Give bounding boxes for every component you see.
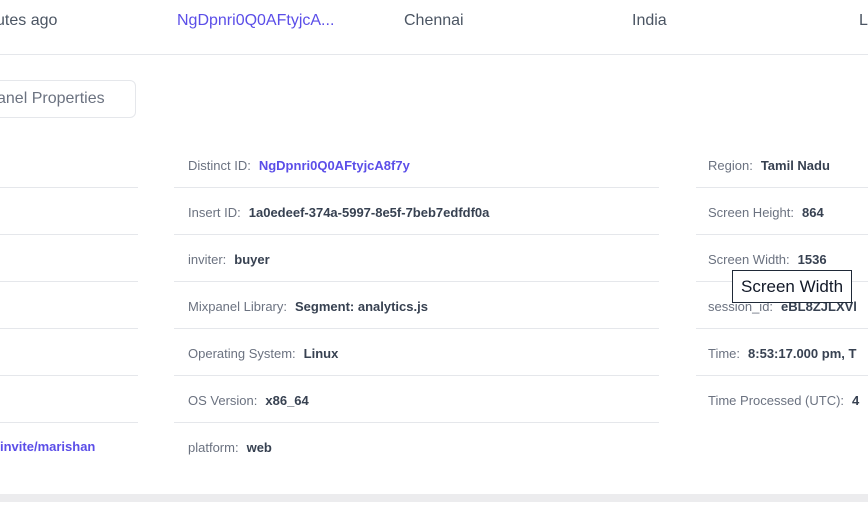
event-extra-column: L — [859, 12, 868, 29]
property-row: Mixpanel Library: Segment: analytics.js — [174, 282, 659, 329]
property-value: Segment: analytics.js — [295, 299, 428, 314]
property-label: Insert ID: — [188, 205, 241, 220]
property-row: Region: Tamil Nadu — [696, 141, 868, 188]
property-label: Time: — [708, 346, 741, 361]
property-label: Time Processed (UTC): — [708, 393, 845, 408]
property-row: Screen Height: 864 — [696, 188, 868, 235]
distinct-id-link[interactable]: NgDpnri0Q0AFtyjcA8f7y — [259, 158, 410, 173]
tooltip: Screen Width — [732, 270, 853, 303]
property-label: Operating System: — [188, 346, 296, 361]
property-label: Mixpanel Library: — [188, 299, 287, 314]
property-label: inviter: — [188, 252, 227, 267]
horizontal-scrollbar[interactable] — [0, 494, 868, 502]
property-value: x86_64 — [265, 393, 309, 408]
property-label: Screen Height: — [708, 205, 794, 220]
property-value: 1536 — [797, 252, 827, 267]
panel-properties-button[interactable]: anel Properties — [0, 80, 136, 118]
row-divider — [0, 54, 868, 55]
property-value: Tamil Nadu — [760, 158, 830, 173]
property-row: Operating System: Linux — [174, 329, 659, 376]
left-property-row — [0, 188, 138, 235]
property-value: Linux — [303, 346, 339, 361]
property-value: 8:53:17.000 pm, T — [748, 346, 857, 361]
property-row: Insert ID: 1a0edeef-374a-5997-8e5f-7beb7e… — [174, 188, 659, 235]
property-row: inviter: buyer — [174, 235, 659, 282]
property-row: Distinct ID: NgDpnri0Q0AFtyjcA8f7y — [174, 141, 659, 188]
event-country: India — [632, 12, 667, 29]
property-row: Time: 8:53:17.000 pm, T — [696, 329, 868, 376]
left-property-row — [0, 141, 138, 188]
left-property-row — [0, 329, 138, 376]
event-time: utes ago — [0, 12, 58, 29]
property-label: Distinct ID: — [188, 158, 251, 173]
property-value: 864 — [802, 205, 824, 220]
property-value: 4 — [852, 393, 860, 408]
property-row: OS Version: x86_64 — [174, 376, 659, 423]
property-label: Screen Width: — [708, 252, 790, 267]
event-distinct-id-link[interactable]: NgDpnri0Q0AFtyjcA... — [177, 12, 334, 30]
event-city: Chennai — [404, 12, 464, 29]
left-property-row — [0, 235, 138, 282]
left-property-row — [0, 376, 138, 423]
left-property-row — [0, 282, 138, 329]
property-value: 1a0edeef-374a-5997-8e5f-7beb7edfdf0a — [248, 205, 490, 220]
property-value: buyer — [234, 252, 270, 267]
property-label: platform: — [188, 440, 239, 455]
left-property-link[interactable]: invite/marishan — [0, 439, 95, 454]
property-value: web — [246, 440, 272, 455]
property-label: OS Version: — [188, 393, 258, 408]
property-label: Region: — [708, 158, 753, 173]
